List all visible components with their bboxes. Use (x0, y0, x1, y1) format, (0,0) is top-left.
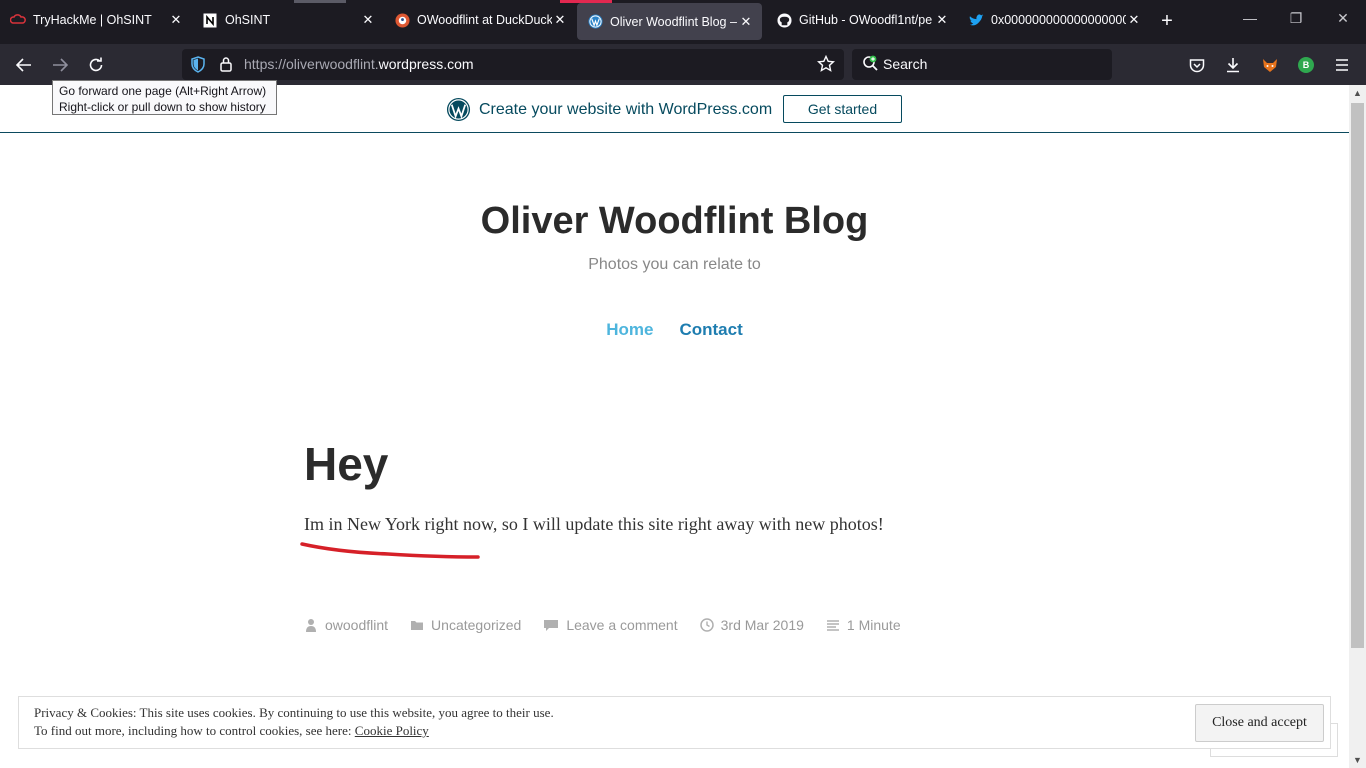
fox-extension-icon (1263, 59, 1277, 72)
browser-window: TryHackMe | OhSINT ✕ OhSINT ✕ OWoodflint… (0, 0, 1366, 768)
tab-tryhackme[interactable]: TryHackMe | OhSINT ✕ (0, 0, 192, 40)
tooltip-line-1: Go forward one page (Alt+Right Arrow) (59, 84, 267, 98)
notion-icon (202, 12, 218, 28)
vertical-scrollbar[interactable]: ▲ ▼ (1349, 85, 1366, 768)
nav-link-home[interactable]: Home (606, 320, 653, 340)
tab-title: OWoodflint at DuckDuck (417, 13, 552, 27)
scroll-thumb[interactable] (1351, 103, 1364, 648)
cookie-consent-banner: Privacy & Cookies: This site uses cookie… (18, 696, 1331, 749)
tab-title: TryHackMe | OhSINT (33, 13, 152, 27)
cookie-notice-text: Privacy & Cookies: This site uses cookie… (34, 705, 554, 720)
navigation-toolbar: https://oliverwoodflint.wordpress.com Se… (0, 44, 1366, 85)
url-host: wordpress.com (378, 56, 474, 72)
restore-button[interactable]: ❐ (1286, 10, 1306, 27)
nav-link-contact[interactable]: Contact (679, 320, 742, 340)
get-started-button[interactable]: Get started (783, 95, 902, 123)
tab-github[interactable]: GitHub - OWoodfl1nt/pe ✕ (766, 0, 958, 40)
search-bar[interactable]: Search (852, 49, 1112, 80)
cookie-more-text: To find out more, including how to contr… (34, 723, 355, 738)
meta-comments[interactable]: Leave a comment (543, 617, 678, 633)
wordpress-icon (587, 14, 603, 30)
extension-button[interactable] (1257, 52, 1283, 78)
close-icon[interactable]: ✕ (552, 12, 568, 28)
close-icon[interactable]: ✕ (738, 14, 754, 30)
meta-author[interactable]: owoodflint (304, 617, 388, 633)
comment-link[interactable]: Leave a comment (566, 617, 677, 633)
scroll-up-arrow-icon[interactable]: ▲ (1349, 85, 1366, 101)
lock-icon[interactable] (219, 56, 233, 77)
profile-button[interactable]: B (1293, 52, 1319, 78)
site-tagline: Photos you can relate to (588, 256, 761, 273)
tooltip-line-2: Right-click or pull down to show history (59, 100, 266, 114)
url-prefix: https://oliverwoodflint. (244, 56, 379, 72)
tab-ohsint[interactable]: OhSINT ✕ (192, 0, 384, 40)
comment-icon (544, 620, 559, 631)
close-and-accept-button[interactable]: Close and accept (1195, 704, 1324, 742)
arrow-right-icon (53, 58, 68, 72)
post-body: Im in New York right now, so I will upda… (304, 514, 884, 534)
close-icon[interactable]: ✕ (360, 12, 376, 28)
tab-duckduckgo[interactable]: OWoodflint at DuckDuck ✕ (384, 0, 576, 40)
search-input[interactable]: Search (883, 56, 927, 72)
meta-read-time: 1 Minute (826, 617, 901, 633)
tab-title: OhSINT (225, 13, 271, 27)
web-page: Create your website with WordPress.com G… (0, 85, 1349, 768)
twitter-icon (968, 12, 984, 28)
forward-button-tooltip: Go forward one page (Alt+Right Arrow) Ri… (52, 80, 277, 115)
duckduckgo-icon (394, 12, 410, 28)
avatar: B (1298, 57, 1314, 73)
tab-twitter[interactable]: 0x000000000000000000000 ✕ (958, 0, 1150, 40)
site-title[interactable]: Oliver Woodflint Blog (0, 200, 1349, 243)
author-link[interactable]: owoodflint (325, 617, 388, 633)
meta-category[interactable]: Uncategorized (410, 617, 521, 633)
reload-icon (89, 57, 103, 72)
tab-title: Oliver Woodflint Blog – P (610, 14, 738, 29)
red-underline-annotation (300, 542, 480, 559)
forward-button[interactable] (47, 52, 73, 78)
folder-icon (411, 621, 424, 630)
back-button[interactable] (11, 52, 37, 78)
address-bar[interactable]: https://oliverwoodflint.wordpress.com (182, 49, 844, 80)
pocket-icon (1189, 58, 1205, 72)
clock-icon (699, 618, 714, 632)
read-time-text: 1 Minute (846, 617, 901, 633)
tab-wordpress-blog[interactable]: Oliver Woodflint Blog – P ✕ (577, 3, 762, 40)
close-icon[interactable]: ✕ (934, 12, 950, 28)
reload-button[interactable] (83, 52, 109, 78)
tab-title: GitHub - OWoodfl1nt/pe (799, 13, 933, 27)
new-tab-button[interactable]: + (1156, 10, 1178, 32)
search-engine-icon[interactable] (862, 55, 880, 78)
wordpress-logo-icon (446, 97, 471, 122)
pocket-button[interactable] (1184, 52, 1210, 78)
site-navigation: Home Contact (0, 320, 1349, 340)
close-icon[interactable]: ✕ (1126, 12, 1142, 28)
download-icon (1227, 58, 1239, 73)
scroll-down-arrow-icon[interactable]: ▼ (1349, 752, 1366, 768)
cookie-policy-link[interactable]: Cookie Policy (355, 723, 429, 738)
tab-strip: TryHackMe | OhSINT ✕ OhSINT ✕ OWoodflint… (0, 0, 1366, 44)
hamburger-menu-icon (1336, 59, 1348, 71)
category-link[interactable]: Uncategorized (431, 617, 521, 633)
post-meta: owoodflint Uncategorized Leave a comment… (304, 617, 923, 633)
post-title[interactable]: Hey (304, 437, 388, 491)
meta-date[interactable]: 3rd Mar 2019 (699, 617, 804, 633)
arrow-left-icon (16, 58, 31, 72)
tab-title: 0x000000000000000000000 (991, 13, 1126, 27)
url-text[interactable]: https://oliverwoodflint.wordpress.com (244, 56, 474, 72)
tracking-protection-shield-icon[interactable] (190, 56, 206, 78)
minimize-button[interactable]: — (1240, 10, 1260, 26)
tryhackme-icon (10, 12, 26, 28)
github-icon (776, 12, 792, 28)
banner-text[interactable]: Create your website with WordPress.com (479, 101, 772, 119)
window-close-button[interactable]: ✕ (1333, 10, 1353, 27)
downloads-button[interactable] (1220, 52, 1246, 78)
menu-button[interactable] (1329, 52, 1355, 78)
close-icon[interactable]: ✕ (168, 12, 184, 28)
user-icon (306, 619, 316, 632)
reading-time-icon (826, 620, 839, 631)
cookie-notice-more: To find out more, including how to contr… (34, 723, 429, 739)
date-link[interactable]: 3rd Mar 2019 (721, 617, 804, 633)
bookmark-star-icon[interactable] (816, 54, 836, 78)
